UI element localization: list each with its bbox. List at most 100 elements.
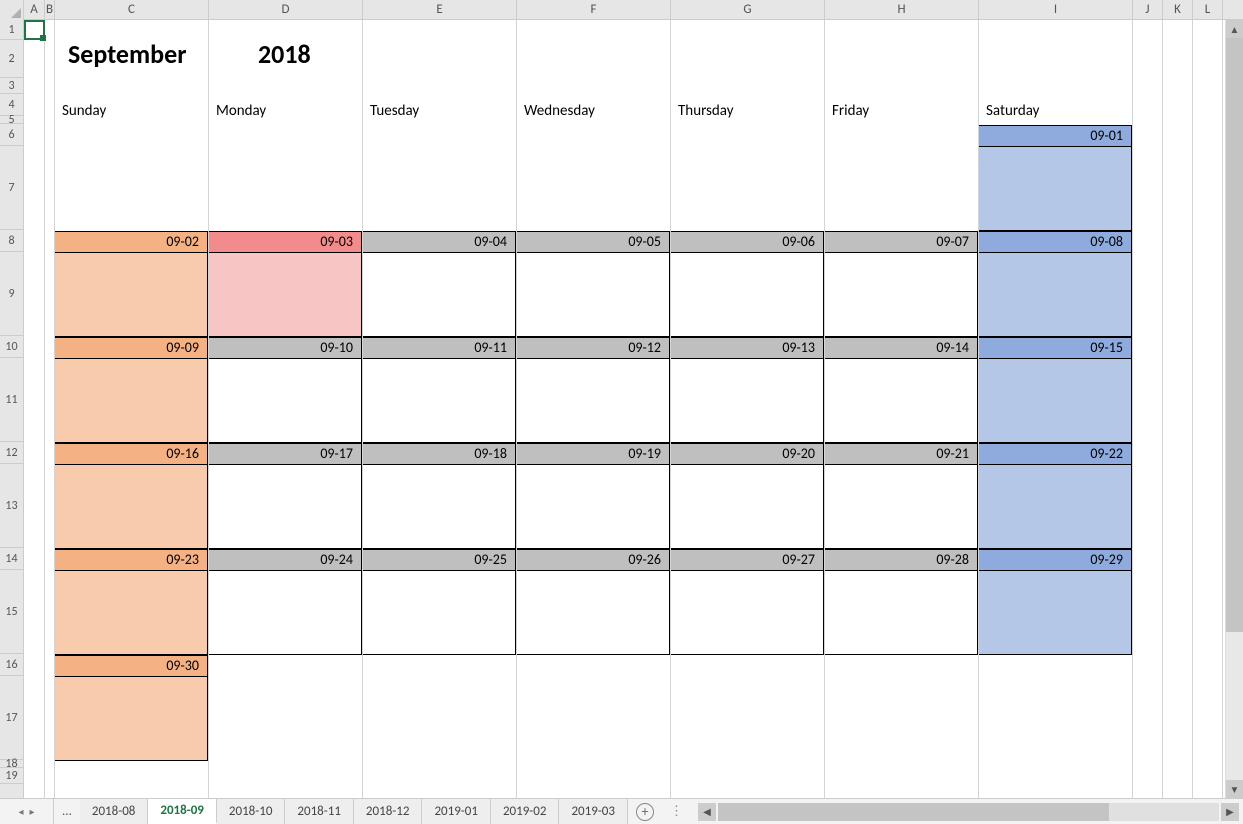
date-header-09-04[interactable]: 09-04	[362, 231, 516, 253]
column-header-L[interactable]: L	[1193, 0, 1223, 20]
scroll-down-button[interactable]: ▼	[1226, 780, 1243, 798]
date-empty[interactable]	[978, 655, 1132, 677]
date-header-09-16[interactable]: 09-16	[54, 443, 208, 465]
date-body-09-08[interactable]	[978, 253, 1132, 337]
date-empty[interactable]	[516, 147, 670, 231]
row-header-17[interactable]: 17	[0, 676, 23, 760]
date-header-09-12[interactable]: 09-12	[516, 337, 670, 359]
date-body-09-14[interactable]	[824, 359, 978, 443]
date-body-09-24[interactable]	[208, 571, 362, 655]
active-cell-A1[interactable]	[24, 20, 45, 40]
column-header-H[interactable]: H	[825, 0, 979, 20]
row-header-15[interactable]: 15	[0, 570, 23, 654]
column-header-B[interactable]: B	[45, 0, 55, 20]
date-header-09-20[interactable]: 09-20	[670, 443, 824, 465]
date-body-09-20[interactable]	[670, 465, 824, 549]
row-header-2[interactable]: 2	[0, 40, 23, 78]
date-header-09-08[interactable]: 09-08	[978, 231, 1132, 253]
sheet-tab-2019-01[interactable]: 2019-01	[422, 799, 491, 824]
tab-nav-prev-icon[interactable]: ◂	[18, 805, 23, 818]
row-header-5[interactable]: 5	[0, 116, 23, 124]
column-header-I[interactable]: I	[979, 0, 1133, 20]
date-empty[interactable]	[208, 655, 362, 677]
date-empty[interactable]	[516, 125, 670, 147]
scroll-up-button[interactable]: ▲	[1226, 20, 1243, 38]
date-body-09-02[interactable]	[54, 253, 208, 337]
date-body-09-29[interactable]	[978, 571, 1132, 655]
date-body-09-25[interactable]	[362, 571, 516, 655]
date-body-09-18[interactable]	[362, 465, 516, 549]
date-empty[interactable]	[54, 125, 208, 147]
date-header-09-19[interactable]: 09-19	[516, 443, 670, 465]
date-header-09-18[interactable]: 09-18	[362, 443, 516, 465]
date-body-09-05[interactable]	[516, 253, 670, 337]
horizontal-scroll-track[interactable]	[718, 803, 1219, 821]
row-header-9[interactable]: 9	[0, 252, 23, 336]
date-header-09-09[interactable]: 09-09	[54, 337, 208, 359]
date-header-09-05[interactable]: 09-05	[516, 231, 670, 253]
date-header-09-02[interactable]: 09-02	[54, 231, 208, 253]
date-header-09-26[interactable]: 09-26	[516, 549, 670, 571]
date-body-09-12[interactable]	[516, 359, 670, 443]
date-body-09-15[interactable]	[978, 359, 1132, 443]
scroll-right-button[interactable]: ▶	[1221, 803, 1239, 821]
date-body-09-10[interactable]	[208, 359, 362, 443]
sheet-tab-2018-08[interactable]: 2018-08	[80, 799, 149, 824]
sheet-tab-2019-03[interactable]: 2019-03	[559, 799, 628, 824]
column-header-F[interactable]: F	[517, 0, 671, 20]
date-body-09-27[interactable]	[670, 571, 824, 655]
vertical-scroll-thumb[interactable]	[1226, 38, 1243, 632]
row-header-6[interactable]: 6	[0, 124, 23, 146]
date-header-09-15[interactable]: 09-15	[978, 337, 1132, 359]
date-empty[interactable]	[362, 677, 516, 761]
date-empty[interactable]	[670, 125, 824, 147]
date-body-09-01[interactable]	[978, 147, 1132, 231]
date-body-09-09[interactable]	[54, 359, 208, 443]
row-header-11[interactable]: 11	[0, 358, 23, 442]
date-empty[interactable]	[362, 125, 516, 147]
sheet-tab-2018-10[interactable]: 2018-10	[217, 799, 286, 824]
date-empty[interactable]	[208, 677, 362, 761]
date-body-09-07[interactable]	[824, 253, 978, 337]
row-header-16[interactable]: 16	[0, 654, 23, 676]
date-header-09-06[interactable]: 09-06	[670, 231, 824, 253]
row-header-7[interactable]: 7	[0, 146, 23, 230]
row-header-18[interactable]: 18	[0, 760, 23, 768]
date-header-09-11[interactable]: 09-11	[362, 337, 516, 359]
column-header-D[interactable]: D	[209, 0, 363, 20]
column-header-E[interactable]: E	[363, 0, 517, 20]
column-header-A[interactable]: A	[24, 0, 45, 20]
tab-nav-next-icon[interactable]: ▸	[30, 805, 35, 818]
date-empty[interactable]	[208, 147, 362, 231]
date-header-09-13[interactable]: 09-13	[670, 337, 824, 359]
worksheet-grid[interactable]: September 2018 SundayMondayTuesdayWednes…	[24, 20, 1243, 798]
date-empty[interactable]	[516, 677, 670, 761]
row-header-12[interactable]: 12	[0, 442, 23, 464]
column-header-C[interactable]: C	[55, 0, 209, 20]
date-header-09-01[interactable]: 09-01	[978, 125, 1132, 147]
column-header-K[interactable]: K	[1163, 0, 1193, 20]
date-body-09-30[interactable]	[54, 677, 208, 761]
date-empty[interactable]	[670, 677, 824, 761]
row-header-3[interactable]: 3	[0, 78, 23, 94]
date-body-09-04[interactable]	[362, 253, 516, 337]
date-body-09-23[interactable]	[54, 571, 208, 655]
sheet-tab-2018-12[interactable]: 2018-12	[354, 799, 423, 824]
date-empty[interactable]	[54, 147, 208, 231]
row-header-13[interactable]: 13	[0, 464, 23, 548]
date-empty[interactable]	[516, 655, 670, 677]
row-header-10[interactable]: 10	[0, 336, 23, 358]
date-body-09-28[interactable]	[824, 571, 978, 655]
date-header-09-30[interactable]: 09-30	[54, 655, 208, 677]
date-header-09-24[interactable]: 09-24	[208, 549, 362, 571]
date-header-09-23[interactable]: 09-23	[54, 549, 208, 571]
date-header-09-25[interactable]: 09-25	[362, 549, 516, 571]
date-header-09-14[interactable]: 09-14	[824, 337, 978, 359]
date-empty[interactable]	[362, 147, 516, 231]
date-header-09-22[interactable]: 09-22	[978, 443, 1132, 465]
date-empty[interactable]	[670, 147, 824, 231]
date-empty[interactable]	[824, 677, 978, 761]
date-empty[interactable]	[824, 147, 978, 231]
date-body-09-26[interactable]	[516, 571, 670, 655]
select-all-corner[interactable]	[0, 0, 24, 20]
